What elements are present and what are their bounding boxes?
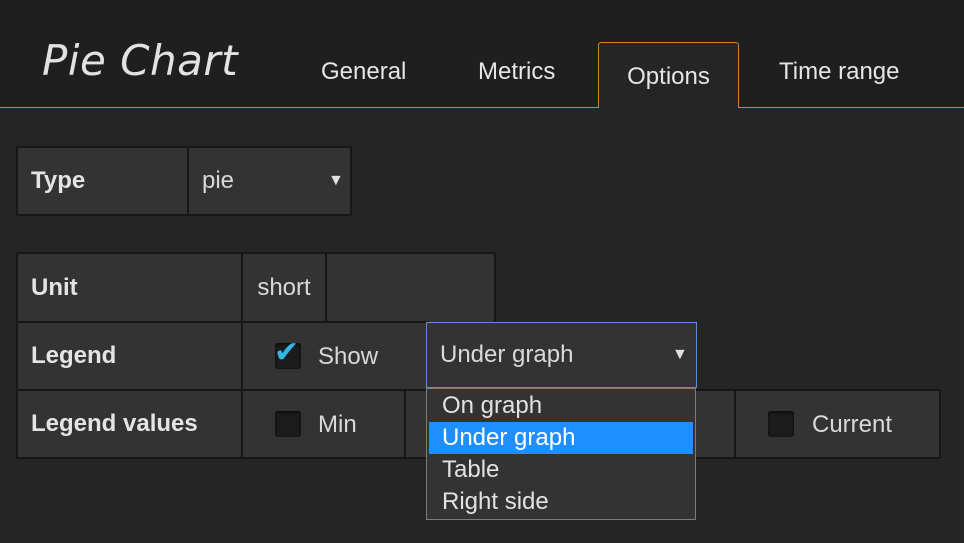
legend-position-value: Under graph bbox=[440, 341, 574, 368]
tab-metrics[interactable]: Metrics bbox=[478, 58, 555, 86]
tab-options[interactable]: Options bbox=[598, 42, 739, 108]
legend-show-checkbox[interactable]: ✔ bbox=[274, 336, 301, 369]
unit-value-text: short bbox=[257, 274, 311, 301]
legend-min-label: Min bbox=[318, 411, 357, 438]
chevron-down-icon: ▼ bbox=[672, 346, 688, 363]
legend-show-cell: ✔ Show bbox=[241, 321, 429, 391]
legend-position-dropdown: On graph Under graph Table Right side bbox=[426, 388, 696, 520]
type-select[interactable]: pie ▼ bbox=[187, 146, 352, 216]
tab-time-range[interactable]: Time range bbox=[779, 58, 900, 86]
dropdown-option-on-graph[interactable]: On graph bbox=[429, 390, 693, 422]
dropdown-option-table[interactable]: Table bbox=[429, 454, 693, 486]
dropdown-option-under-graph[interactable]: Under graph bbox=[429, 422, 693, 454]
legend-values-label: Legend values bbox=[16, 389, 243, 459]
legend-values-label-text: Legend values bbox=[31, 410, 198, 437]
type-label-text: Type bbox=[31, 167, 86, 194]
legend-current-cell: Current bbox=[734, 389, 941, 459]
check-icon: ✔ bbox=[274, 336, 300, 369]
legend-min-checkbox[interactable] bbox=[275, 411, 301, 437]
legend-min-cell: Min bbox=[241, 389, 406, 459]
dropdown-option-right-side[interactable]: Right side bbox=[429, 486, 693, 518]
type-label: Type bbox=[16, 146, 189, 216]
unit-value[interactable]: short bbox=[241, 252, 327, 324]
unit-label: Unit bbox=[16, 252, 243, 324]
legend-position-select[interactable]: Under graph ▼ bbox=[426, 322, 697, 388]
legend-label-text: Legend bbox=[31, 342, 117, 369]
legend-current-checkbox[interactable] bbox=[768, 411, 794, 437]
legend-current-label: Current bbox=[812, 411, 893, 438]
unit-extra-field[interactable] bbox=[325, 252, 496, 324]
chevron-down-icon: ▼ bbox=[328, 172, 344, 189]
legend-label: Legend bbox=[16, 321, 243, 391]
panel-header: Pie Chart General Metrics Options Time r… bbox=[0, 0, 964, 108]
type-select-value: pie bbox=[202, 167, 235, 194]
unit-label-text: Unit bbox=[31, 274, 78, 301]
panel-title: Pie Chart bbox=[42, 36, 239, 85]
legend-show-label: Show bbox=[318, 343, 379, 370]
tab-general[interactable]: General bbox=[321, 58, 406, 86]
